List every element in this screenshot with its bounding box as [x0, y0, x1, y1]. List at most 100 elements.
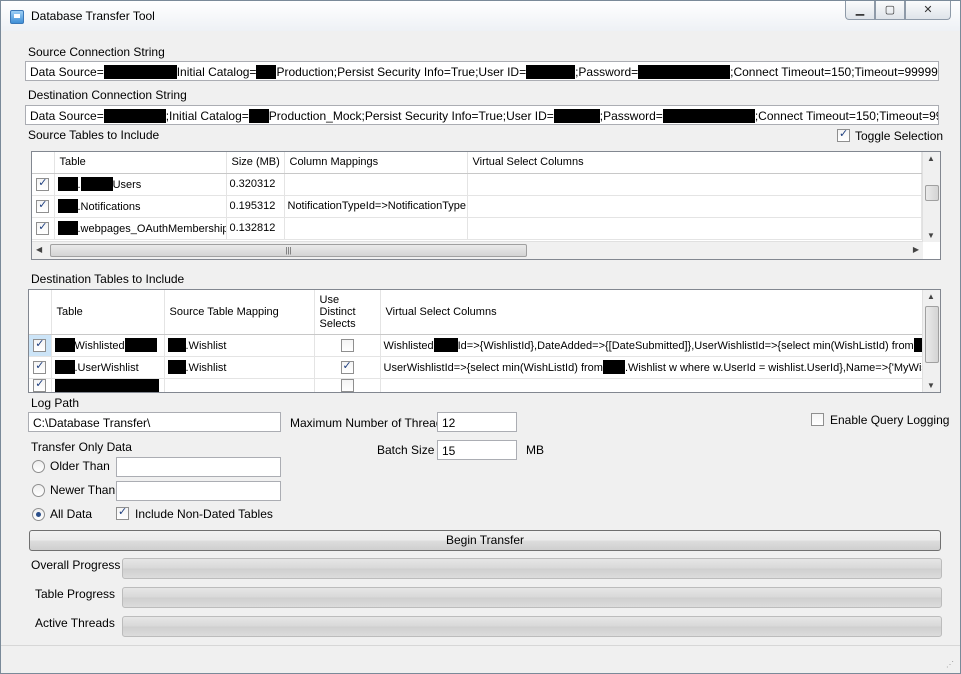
- log-path-label: Log Path: [31, 396, 80, 410]
- source-connection-input[interactable]: Data Source= Initial Catalog= Production;P…: [25, 61, 939, 81]
- row-checkbox[interactable]: [36, 176, 50, 191]
- table-cell[interactable]: .UserWishlist: [51, 356, 165, 379]
- newer-than-radio[interactable]: [32, 484, 45, 497]
- scroll-left-icon[interactable]: ◀: [36, 245, 42, 254]
- mapping-cell[interactable]: .Wishlist: [164, 334, 315, 357]
- close-button[interactable]: ✕: [905, 1, 951, 20]
- virtual-cell[interactable]: [380, 378, 925, 392]
- redaction: [526, 65, 576, 79]
- distinct-cell[interactable]: [314, 356, 381, 379]
- distinct-checkbox[interactable]: [340, 338, 354, 352]
- virtual-cell[interactable]: Wishlisted Id=>{WishlistId},DateAdded=>{[…: [380, 334, 925, 357]
- active-threads-label: Active Threads: [35, 616, 115, 630]
- size-cell[interactable]: 0.132812: [226, 217, 285, 240]
- distinct-checkbox[interactable]: [340, 359, 354, 374]
- column-header[interactable]: Table: [54, 152, 227, 174]
- vertical-scrollbar[interactable]: ▲ ▼: [922, 290, 940, 392]
- table-cell[interactable]: .webpages_OAuthMembership: [54, 217, 227, 240]
- distinct-cell[interactable]: [314, 378, 381, 392]
- toggle-selection-label: Toggle Selection: [855, 129, 944, 143]
- minimize-button[interactable]: ▁: [845, 1, 875, 20]
- title-bar[interactable]: Database Transfer Tool ▁ ▢ ✕: [1, 1, 960, 31]
- mappings-cell[interactable]: [284, 173, 468, 196]
- column-header[interactable]: Column Mappings: [284, 152, 468, 174]
- row-checkbox[interactable]: [36, 198, 50, 213]
- cell-text: Id=>{WishlistId},DateAdded=>{[DateSubmit…: [457, 340, 914, 352]
- begin-transfer-button[interactable]: Begin Transfer: [29, 530, 941, 551]
- dest-tables-grid: Table Source Table Mapping Use Distinct Se…: [28, 289, 941, 393]
- table-row[interactable]: [29, 378, 925, 392]
- table-row[interactable]: .UserWishlist .Wishlist UserWishlistId=>…: [29, 356, 925, 379]
- scroll-down-icon[interactable]: ▼: [927, 381, 935, 390]
- size-cell[interactable]: 0.320312: [226, 173, 285, 196]
- all-data-radio[interactable]: [32, 508, 45, 521]
- virtual-cell[interactable]: UserWishlistId=>{select min(WishListId) …: [380, 356, 925, 379]
- include-non-dated-checkbox[interactable]: [116, 505, 129, 520]
- older-than-input[interactable]: [116, 457, 281, 477]
- cell-text: .Wishlist w where w.UserId = wishlist.Us…: [624, 362, 925, 374]
- table-row[interactable]: .Users 0.320312: [32, 173, 922, 196]
- mappings-cell[interactable]: NotificationTypeId=>NotificationType: [284, 195, 468, 218]
- maximize-button[interactable]: ▢: [875, 1, 905, 20]
- table-cell[interactable]: .Notifications: [54, 195, 227, 218]
- distinct-checkbox[interactable]: [340, 379, 354, 392]
- table-cell[interactable]: . Users: [54, 173, 227, 196]
- virtual-cell[interactable]: [467, 173, 922, 196]
- table-cell[interactable]: Wishlisted: [51, 334, 165, 357]
- close-icon: ✕: [923, 4, 933, 16]
- row-checkbox[interactable]: [33, 378, 47, 392]
- row-checkbox[interactable]: [33, 359, 47, 374]
- virtual-cell[interactable]: [467, 195, 922, 218]
- scroll-thumb[interactable]: |||: [50, 244, 527, 257]
- column-header[interactable]: Table: [51, 290, 165, 335]
- toggle-selection-checkbox[interactable]: [837, 127, 850, 142]
- redaction: [54, 338, 75, 352]
- dest-conn-text: ;Connect Timeout=150;Timeout=99999;Max P…: [754, 109, 938, 123]
- cell-text: UserWishlistId=>{select min(WishListId) …: [383, 362, 603, 374]
- batch-size-input[interactable]: 15: [437, 440, 517, 460]
- scroll-up-icon[interactable]: ▲: [927, 154, 935, 163]
- newer-than-input[interactable]: [116, 481, 281, 501]
- table-row[interactable]: .Notifications 0.195312 NotificationType…: [32, 195, 922, 218]
- table-row[interactable]: Wishlisted .Wishlist Wishlisted Id=>{Wish…: [29, 334, 925, 357]
- older-than-label: Older Than: [50, 459, 110, 473]
- destination-connection-input[interactable]: Data Source= ;Initial Catalog= Production_…: [25, 105, 939, 125]
- vertical-scrollbar[interactable]: ▲ ▼: [922, 152, 940, 242]
- row-checkbox[interactable]: [36, 220, 50, 235]
- scroll-thumb[interactable]: [925, 185, 939, 201]
- table-row[interactable]: .webpages_OAuthMembership 0.132812: [32, 217, 922, 240]
- older-than-radio[interactable]: [32, 460, 45, 473]
- redaction: [638, 65, 731, 79]
- row-checkbox[interactable]: [33, 337, 47, 352]
- scroll-thumb[interactable]: [925, 306, 939, 363]
- resize-grip-icon[interactable]: ⋰: [946, 660, 956, 670]
- column-header[interactable]: Use Distinct Selects: [314, 290, 381, 335]
- redaction: [54, 378, 159, 392]
- active-threads-bar: [122, 616, 942, 637]
- column-header[interactable]: Virtual Select Columns: [380, 290, 925, 335]
- table-cell[interactable]: [51, 378, 165, 392]
- size-cell[interactable]: 0.195312: [226, 195, 285, 218]
- scroll-down-icon[interactable]: ▼: [927, 231, 935, 240]
- scroll-right-icon[interactable]: ▶: [913, 245, 919, 254]
- redaction: [103, 65, 177, 79]
- mapping-cell[interactable]: [164, 378, 315, 392]
- column-header[interactable]: Size (MB): [226, 152, 285, 174]
- source-tables-label: Source Tables to Include: [28, 128, 160, 142]
- redaction: [80, 177, 113, 191]
- column-header[interactable]: Source Table Mapping: [164, 290, 315, 335]
- max-threads-input[interactable]: 12: [437, 412, 517, 432]
- cell-text: .Notifications: [77, 201, 141, 213]
- query-logging-checkbox[interactable]: [811, 413, 824, 426]
- horizontal-scrollbar[interactable]: ◀ ||| ▶: [32, 241, 923, 259]
- distinct-cell[interactable]: [314, 334, 381, 357]
- scroll-up-icon[interactable]: ▲: [927, 292, 935, 301]
- virtual-cell[interactable]: [467, 217, 922, 240]
- column-header[interactable]: Virtual Select Columns: [467, 152, 922, 174]
- log-path-input[interactable]: C:\Database Transfer\: [28, 412, 281, 432]
- cell-text: .webpages_OAuthMembership: [77, 223, 226, 235]
- redaction: [433, 338, 458, 352]
- mappings-cell[interactable]: [284, 217, 468, 240]
- cell-text: Wishlisted: [74, 340, 125, 352]
- mapping-cell[interactable]: .Wishlist: [164, 356, 315, 379]
